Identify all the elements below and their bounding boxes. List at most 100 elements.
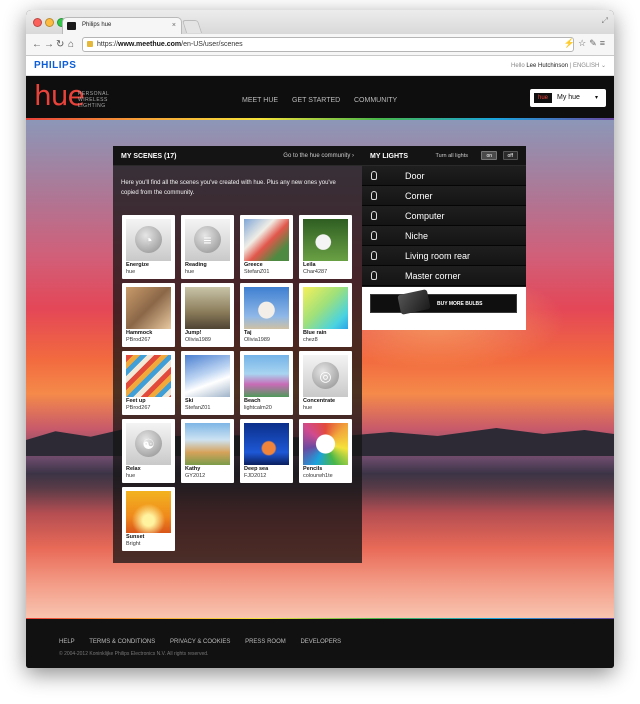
scene-thumb: ≡ [185, 219, 230, 261]
scene-card-relax[interactable]: ☯ Relax hue [122, 419, 175, 483]
footer-link-developers[interactable]: DEVELOPERS [300, 639, 341, 645]
light-row-door[interactable]: Door [362, 166, 526, 186]
buy-more-bulbs-button[interactable]: BUY MORE BULBS [370, 289, 517, 315]
scene-name: Taj [244, 330, 252, 336]
lock-icon [87, 41, 93, 47]
star-icon[interactable]: ☆ [578, 38, 589, 48]
scene-name: Feet up [126, 398, 146, 404]
light-row-master-corner[interactable]: Master corner [362, 266, 526, 286]
address-bar[interactable]: https://www.meethue.com/en-US/user/scene… [82, 37, 574, 52]
scene-card-feet-up[interactable]: Feet up PBrod267 [122, 351, 175, 415]
scene-author: Char4287 [303, 269, 328, 275]
turn-all-label: Turn all lights [435, 153, 468, 159]
scene-thumb [126, 491, 171, 533]
light-row-computer[interactable]: Computer [362, 206, 526, 226]
footer-link-terms[interactable]: TERMS & CONDITIONS [89, 639, 155, 645]
relax-icon: ☯ [135, 430, 162, 457]
all-on-button[interactable]: on [481, 151, 497, 160]
light-name: Computer [405, 211, 445, 221]
scene-thumb: ◔ [126, 219, 171, 261]
nav-get-started[interactable]: GET STARTED [292, 97, 340, 104]
community-link[interactable]: Go to the hue community › [283, 153, 354, 159]
scene-card-ski[interactable]: Ski StefanZ01 [181, 351, 234, 415]
scene-name: Reading [185, 262, 207, 268]
minimize-window-button[interactable] [45, 18, 54, 27]
philips-logo[interactable]: PHILIPS [34, 60, 76, 71]
scene-card-energize[interactable]: ◔ Energize hue [122, 215, 175, 279]
scene-author: Bright [126, 541, 141, 547]
user-name[interactable]: Lee Hutchinson [526, 63, 568, 69]
scene-name: Leila [303, 262, 316, 268]
toolbar-icons[interactable]: ⚡☆✎≡ [564, 38, 608, 49]
scene-card-concentrate[interactable]: ◎ Concentrate hue [299, 351, 352, 415]
footer-link-press[interactable]: PRESS ROOM [245, 639, 286, 645]
scene-thumb [244, 355, 289, 397]
chevron-down-icon[interactable]: ⌄ [601, 63, 606, 69]
home-icon[interactable]: ⌂ [68, 37, 74, 53]
scene-card-sunset[interactable]: Sunset Bright [122, 487, 175, 551]
scene-name: Energize [126, 262, 149, 268]
new-tab-button[interactable] [181, 20, 203, 33]
light-name: Corner [405, 191, 433, 201]
forward-icon[interactable]: → [44, 37, 54, 53]
buy-label: BUY MORE BULBS [437, 301, 483, 307]
scene-author: hue [126, 269, 136, 275]
scene-author: FJD2012 [244, 473, 267, 479]
my-hue-dropdown[interactable]: hue My hue ▾ [530, 89, 606, 107]
url-path: /en-US/user/scenes [181, 41, 243, 48]
bulb-icon [371, 191, 377, 200]
lights-title: MY LIGHTS [370, 153, 408, 160]
footer-links: HELP TERMS & CONDITIONS PRIVACY & COOKIE… [59, 639, 354, 645]
scene-thumb [126, 355, 171, 397]
scene-card-blue-rain[interactable]: Blue rain chez8 [299, 283, 352, 347]
browser-tab[interactable]: Philips hue × [62, 17, 182, 34]
scene-thumb: ☯ [126, 423, 171, 465]
scene-card-reading[interactable]: ≡ Reading hue [181, 215, 234, 279]
bulb-icon [371, 231, 377, 240]
light-row-corner[interactable]: Corner [362, 186, 526, 206]
nav-community[interactable]: COMMUNITY [354, 97, 397, 104]
light-row-niche[interactable]: Niche [362, 226, 526, 246]
scene-card-taj[interactable]: Taj Olivia1989 [240, 283, 293, 347]
title-bar: Philips hue × ⤢ [26, 10, 614, 34]
bulb-icon [371, 171, 377, 180]
scene-name: Relax [126, 466, 141, 472]
scene-card-hammock[interactable]: Hammock PBrod267 [122, 283, 175, 347]
back-icon[interactable]: ← [32, 37, 42, 53]
hue-favicon-icon [67, 22, 76, 30]
close-tab-icon[interactable]: × [172, 18, 176, 33]
light-row-living-room-rear[interactable]: Living room rear [362, 246, 526, 266]
all-off-button[interactable]: off [502, 151, 518, 160]
my-hue-label: My hue [557, 94, 580, 101]
footer-link-privacy[interactable]: PRIVACY & COOKIES [170, 639, 230, 645]
reload-icon[interactable]: ↻ [56, 37, 64, 53]
light-name: Niche [405, 231, 429, 241]
bulb-icon [371, 211, 377, 220]
scene-card-deep-sea[interactable]: Deep sea FJD2012 [240, 419, 293, 483]
bolt-icon[interactable]: ⚡ [564, 38, 578, 48]
url-protocol: https:// [97, 41, 119, 48]
scene-card-pencils[interactable]: Pencils colourwh1te [299, 419, 352, 483]
user-line: Hello Lee Hutchinson | ENGLISH ⌄ [511, 62, 606, 69]
wrench-icon[interactable]: ✎ [589, 38, 600, 48]
scene-card-jump[interactable]: Jump! Olivia1989 [181, 283, 234, 347]
menu-icon[interactable]: ≡ [600, 38, 608, 48]
scene-thumb [244, 287, 289, 329]
scene-name: Ski [185, 398, 194, 404]
language-select[interactable]: ENGLISH [573, 63, 599, 69]
my-lights-panel: MY LIGHTS Turn all lights on off Door Co… [362, 146, 526, 330]
close-window-button[interactable] [33, 18, 42, 27]
scene-thumb [303, 219, 348, 261]
scene-card-leila[interactable]: Leila Char4287 [299, 215, 352, 279]
hue-logo[interactable]: hue [34, 82, 85, 110]
scene-card-beach[interactable]: Beach lightcalm20 [240, 351, 293, 415]
fullscreen-icon[interactable]: ⤢ [602, 16, 608, 26]
scene-card-greece[interactable]: Greece StefanZ01 [240, 215, 293, 279]
scene-name: Concentrate [303, 398, 336, 404]
scene-card-kathy[interactable]: Kathy GY2012 [181, 419, 234, 483]
browser-window: Philips hue × ⤢ ← → ↻ ⌂ https://www.meet… [26, 10, 614, 668]
my-hue-badge: hue [534, 93, 552, 103]
footer-link-help[interactable]: HELP [59, 639, 75, 645]
nav-meet-hue[interactable]: MEET HUE [242, 97, 278, 104]
scene-author: hue [126, 473, 136, 479]
